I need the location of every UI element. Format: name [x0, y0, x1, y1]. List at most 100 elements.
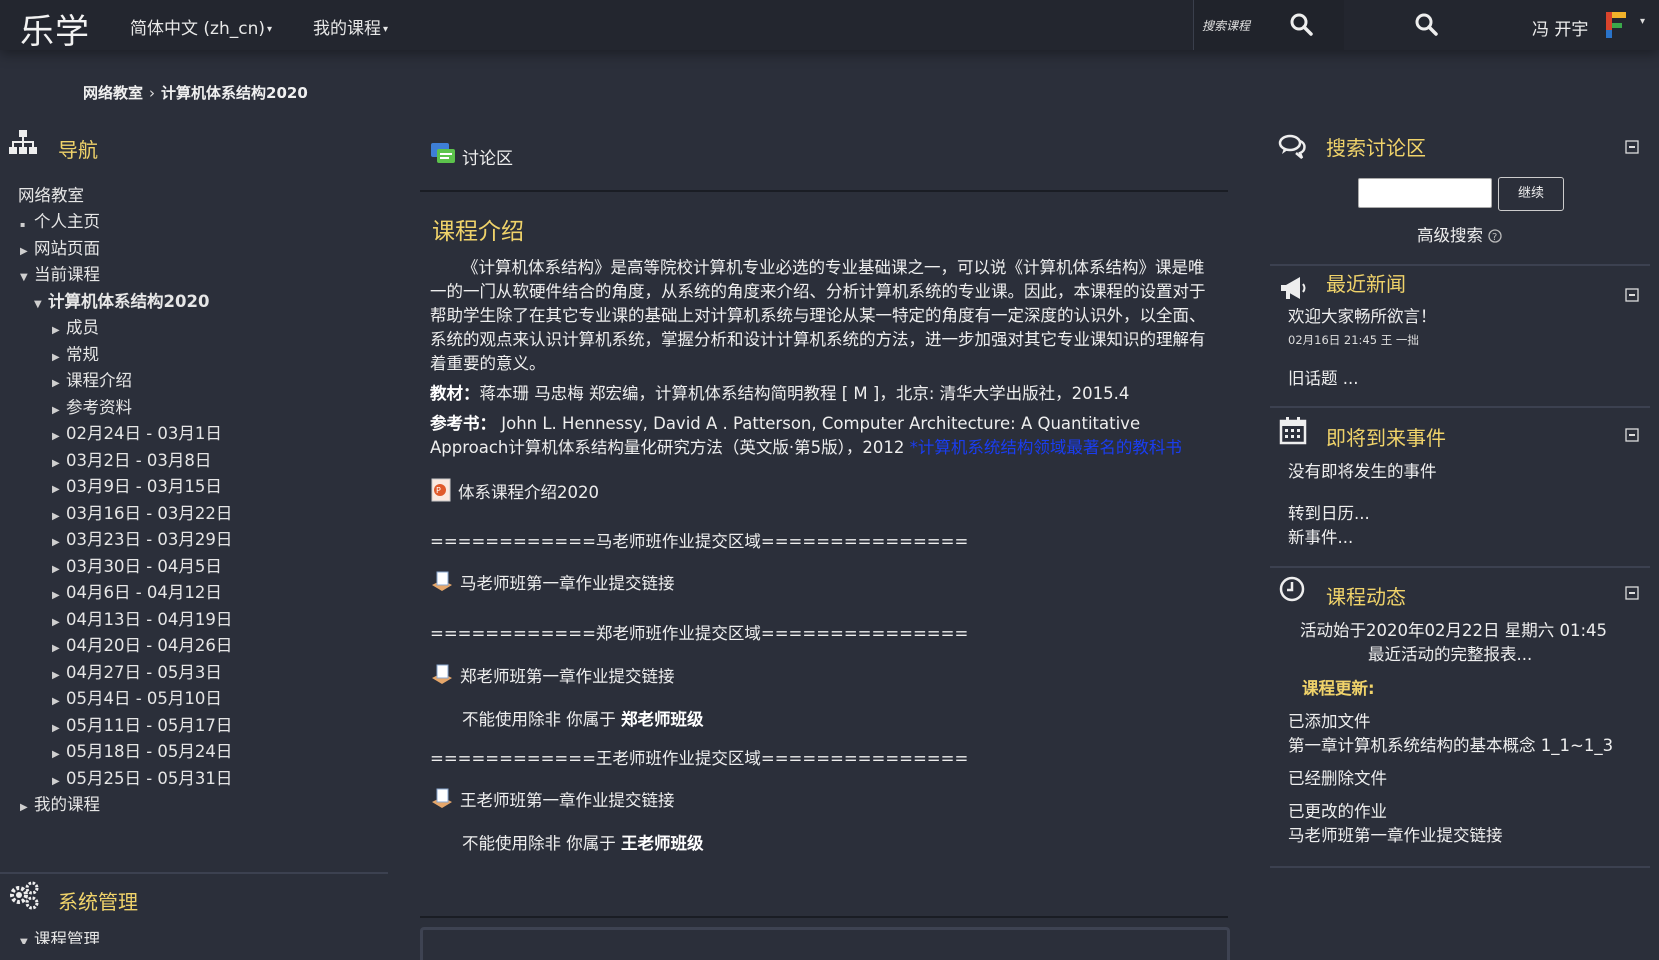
forum-search-input[interactable] — [1358, 178, 1492, 208]
collapsed-arrow-icon[interactable]: ▶ — [52, 325, 66, 336]
new-event-link[interactable]: 新事件... — [1288, 524, 1353, 548]
collapsed-arrow-icon[interactable]: ▶ — [52, 431, 66, 442]
nav-tree-item[interactable]: ▶ 成员 — [52, 314, 99, 338]
collapsed-arrow-icon[interactable]: ▶ — [52, 696, 66, 707]
nav-tree-item[interactable]: ▪ 个人主页 — [20, 208, 100, 232]
collapse-block-icon[interactable] — [1625, 586, 1639, 600]
advanced-search-link[interactable]: 高级搜索 ? — [1417, 222, 1502, 246]
my-courses-menu[interactable]: 我的课程 ▾ — [313, 14, 388, 39]
collapsed-arrow-icon[interactable]: ▶ — [52, 564, 66, 575]
nav-tree-item-label: 03月30日 - 04月5日 — [66, 556, 222, 576]
nav-tree-item[interactable]: ▶ 03月23日 - 03月29日 — [52, 526, 232, 550]
assign-zheng[interactable]: 郑老师班第一章作业提交链接 — [430, 663, 675, 687]
collapsed-arrow-icon[interactable]: ▶ — [52, 352, 66, 363]
user-name[interactable]: 冯 开宇 — [1532, 15, 1588, 40]
nav-root-item[interactable]: 网络教室 — [18, 182, 84, 206]
search-icon[interactable] — [1414, 12, 1440, 38]
collapse-block-icon[interactable] — [1625, 288, 1639, 302]
course-search-input[interactable] — [1200, 15, 1284, 37]
search-forums-title: 搜索讨论区 — [1326, 136, 1426, 160]
nav-tree-item[interactable]: ▶ 03月30日 - 04月5日 — [52, 553, 222, 577]
collapsed-arrow-icon[interactable]: ▶ — [52, 749, 66, 760]
assign-wang[interactable]: 王老师班第一章作业提交链接 — [430, 787, 675, 811]
divider — [0, 872, 388, 874]
collapsed-arrow-icon[interactable]: ▶ — [52, 723, 66, 734]
nav-tree-item[interactable]: ▶ 常规 — [52, 341, 99, 365]
nav-tree-item[interactable]: ▶ 04月13日 - 04月19日 — [52, 606, 232, 630]
nav-tree-item-label: 03月16日 - 03月22日 — [66, 503, 233, 523]
added-file-label: 已添加文件 — [1288, 712, 1371, 731]
sitemap-icon — [9, 130, 37, 154]
nav-tree-item[interactable]: ▶ 05月4日 - 05月10日 — [52, 685, 222, 709]
collapsed-arrow-icon[interactable]: ▶ — [52, 776, 66, 787]
nav-tree-item[interactable]: ▶ 03月16日 - 03月22日 — [52, 500, 232, 524]
updated-assign-link[interactable]: 马老师班第一章作业提交链接 — [1288, 822, 1503, 846]
language-menu[interactable]: 简体中文 (zh_cn) ▾ — [130, 14, 272, 39]
old-topics-link[interactable]: 旧话题 ... — [1288, 365, 1358, 389]
expanded-arrow-icon[interactable]: ▼ — [20, 272, 34, 283]
nav-tree-item[interactable]: ▶ 03月9日 - 03月15日 — [52, 473, 222, 497]
expanded-arrow-icon: ▼ — [20, 937, 28, 944]
reference-note-link[interactable]: *计算机系统结构领域最著名的教科书 — [910, 438, 1182, 457]
added-file-link[interactable]: 第一章计算机系统结构的基本概念 1_1~1_3 — [1288, 732, 1613, 756]
collapsed-arrow-icon[interactable]: ▶ — [20, 246, 34, 257]
forum-link[interactable]: 讨论区 — [462, 144, 513, 169]
nav-tree-item[interactable]: ▶ 05月25日 - 05月31日 — [52, 765, 232, 789]
nav-tree-item[interactable]: ▶ 04月27日 - 05月3日 — [52, 659, 222, 683]
assign-ma[interactable]: 马老师班第一章作业提交链接 — [430, 570, 675, 594]
breadcrumb-current[interactable]: 计算机体系结构2020 — [161, 84, 308, 102]
collapsed-arrow-icon[interactable]: ▶ — [52, 617, 66, 628]
expanded-arrow-icon[interactable]: ▼ — [34, 299, 48, 310]
nav-tree-item[interactable]: ▶ 03月2日 - 03月8日 — [52, 447, 211, 471]
intro-paragraph: 《计算机体系结构》是高等院校计算机专业必选的专业基础课之一，可以说《计算机体系结… — [430, 258, 1206, 373]
help-icon[interactable]: ? — [1488, 229, 1502, 243]
nav-tree-item[interactable]: ▶ 04月20日 - 04月26日 — [52, 632, 232, 656]
nav-tree-item[interactable]: ▶ 参考资料 — [52, 394, 132, 418]
chevron-down-icon[interactable]: ▾ — [1640, 16, 1645, 27]
site-brand[interactable]: 乐学 — [20, 4, 90, 53]
breadcrumb-home[interactable]: 网络教室 — [83, 84, 143, 102]
divider — [1270, 566, 1650, 568]
collapsed-arrow-icon[interactable]: ▶ — [52, 378, 66, 389]
collapsed-arrow-icon[interactable]: ▶ — [52, 537, 66, 548]
nav-tree-item-label: 03月9日 - 03月15日 — [66, 477, 222, 496]
collapsed-arrow-icon[interactable]: ▶ — [20, 802, 34, 813]
collapsed-arrow-icon[interactable]: ▶ — [52, 458, 66, 469]
nav-tree-item[interactable]: ▶ 04月6日 - 04月12日 — [52, 579, 222, 603]
nav-tree-item-label: 网站页面 — [34, 238, 100, 258]
collapsed-arrow-icon[interactable]: ▶ — [52, 511, 66, 522]
search-icon[interactable] — [1289, 12, 1315, 38]
ppt-resource[interactable]: P 体系课程介绍2020 — [430, 478, 599, 503]
admin-item-course-admin[interactable]: ▼ 课程管理 — [20, 926, 100, 944]
nav-tree-item[interactable]: ▶ 课程介绍 — [52, 367, 132, 391]
comments-icon — [1278, 134, 1306, 159]
nav-tree-item[interactable]: ▶ 02月24日 - 03月1日 — [52, 420, 222, 444]
nav-tree-item[interactable]: ▶ 05月18日 - 05月24日 — [52, 738, 232, 762]
user-avatar-logo-icon[interactable] — [1604, 10, 1630, 40]
forum-icon — [431, 143, 455, 163]
collapsed-arrow-icon[interactable]: ▶ — [52, 643, 66, 654]
collapse-block-icon[interactable] — [1625, 140, 1639, 154]
nav-tree-item[interactable]: ▶ 05月11日 - 05月17日 — [52, 712, 232, 736]
collapsed-arrow-icon[interactable]: ▶ — [52, 405, 66, 416]
collapse-block-icon[interactable] — [1625, 428, 1639, 442]
go-button[interactable]: 继续 — [1498, 177, 1564, 211]
divider — [420, 916, 1228, 918]
assign-zheng-label: 郑老师班第一章作业提交链接 — [460, 667, 675, 686]
nav-tree-item-label: 计算机体系结构2020 — [48, 291, 210, 311]
collapsed-arrow-icon[interactable]: ▶ — [52, 484, 66, 495]
goto-calendar-link[interactable]: 转到日历... — [1288, 500, 1370, 524]
collapsed-arrow-icon[interactable]: ▶ — [52, 670, 66, 681]
navigation-block: 导航 网络教室 ▪ 个人主页 ▶ 网站页面 ▼ 当前课程 ▼ 计算机体系结构2020 ▶ 成员 ▶ 常… — [0, 120, 390, 944]
full-report-link[interactable]: 最近活动的完整报表... — [1368, 641, 1532, 665]
divider — [420, 190, 1228, 192]
nav-tree-item[interactable]: ▼ 当前课程 — [20, 261, 100, 285]
collapsed-arrow-icon[interactable]: ▶ — [52, 590, 66, 601]
news-item-link[interactable]: 欢迎大家畅所欲言！ — [1288, 303, 1437, 327]
nav-tree-item[interactable]: ▶ 网站页面 — [20, 235, 100, 259]
nav-tree-item-label: 04月6日 - 04月12日 — [66, 583, 222, 602]
divider — [1270, 406, 1650, 408]
nav-tree-item[interactable]: ▶ 我的课程 — [20, 791, 100, 815]
top-navbar: 乐学 简体中文 (zh_cn)▾ 我的课程▾ 冯 开宇 ▾ — [0, 0, 1659, 53]
nav-tree-item[interactable]: ▼ 计算机体系结构2020 — [34, 288, 209, 312]
